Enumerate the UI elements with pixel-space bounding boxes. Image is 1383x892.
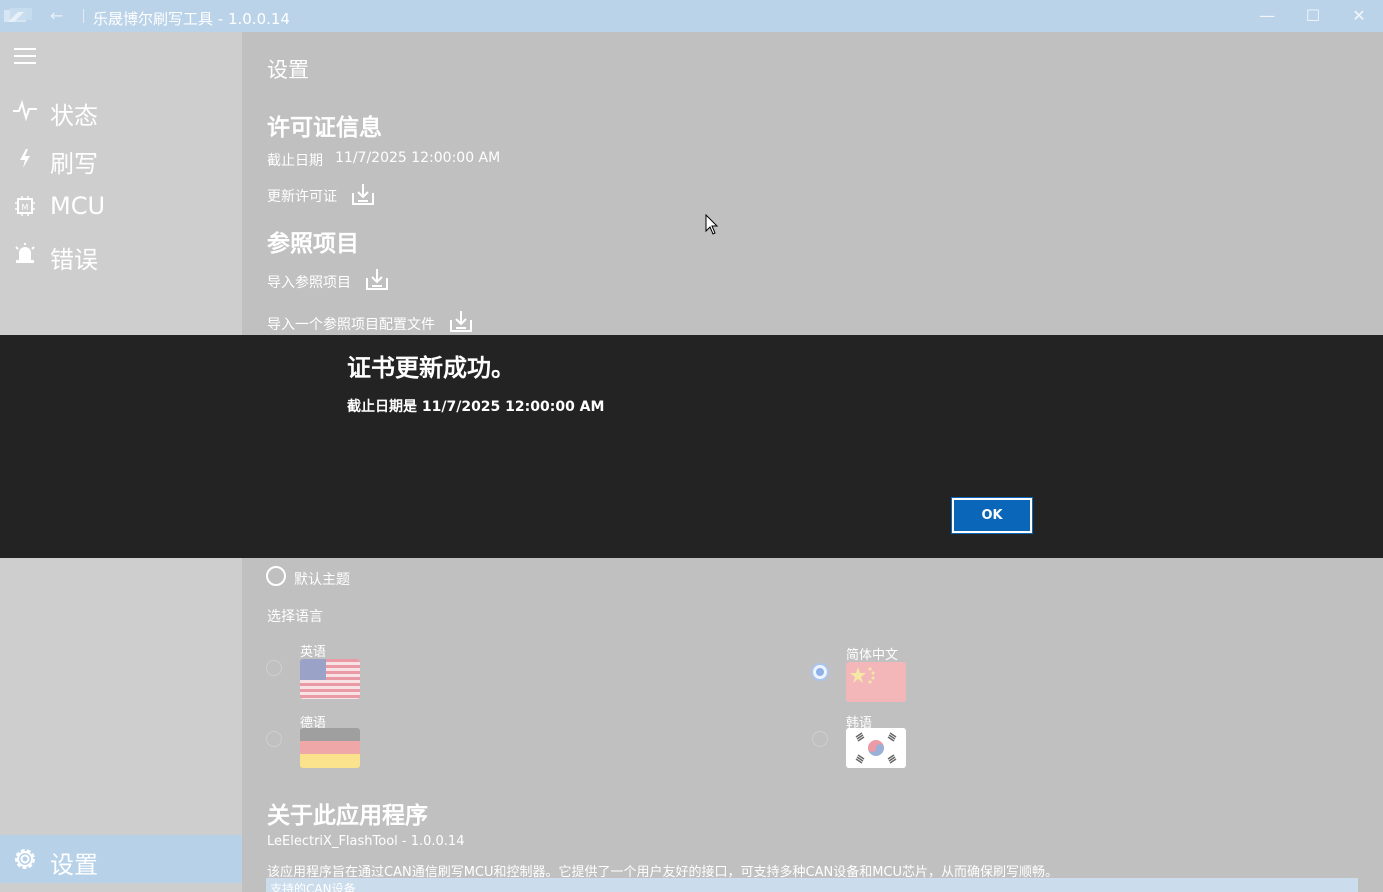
close-button[interactable]: ✕: [1336, 0, 1382, 32]
us-flag: [300, 659, 360, 699]
dialog-message: 截止日期是 11/7/2025 12:00:00 AM: [347, 399, 605, 415]
default-theme-radio[interactable]: [266, 566, 286, 586]
expiry-value: 11/7/2025 12:00:00 AM: [335, 150, 501, 166]
page-title: 设置: [267, 58, 309, 82]
language-label-english: 英语: [300, 645, 327, 660]
import-reference-label: 导入参照项目: [267, 275, 351, 291]
sidebar-item-label: 状态: [50, 102, 98, 130]
hamburger-menu-icon[interactable]: [14, 48, 36, 64]
language-radio-english[interactable]: [266, 660, 282, 676]
reference-heading: 参照项目: [267, 231, 359, 257]
maximize-button[interactable]: ☐: [1290, 0, 1336, 32]
minimize-button[interactable]: —: [1244, 0, 1290, 32]
language-radio-chinese[interactable]: [811, 663, 829, 681]
sidebar-item-mcu[interactable]: M MCU: [0, 184, 242, 228]
ok-button[interactable]: OK: [951, 497, 1033, 534]
supported-can-devices-header[interactable]: 支持的CAN设备: [266, 878, 1358, 892]
language-label-chinese: 简体中文: [846, 648, 899, 663]
sidebar-item-settings[interactable]: 设置: [0, 835, 242, 883]
message-dialog: 证书更新成功。 截止日期是 11/7/2025 12:00:00 AM OK: [0, 335, 1383, 558]
app-version: LeElectriX_FlashTool - 1.0.0.14: [267, 834, 465, 849]
sidebar-item-flash[interactable]: 刷写: [0, 136, 242, 180]
svg-text:M: M: [22, 203, 29, 212]
supported-can-devices-label: 支持的CAN设备: [270, 882, 356, 892]
lightning-icon: [20, 149, 30, 168]
alarm-icon: [15, 243, 35, 263]
download-icon[interactable]: [350, 181, 376, 207]
gear-icon: [15, 849, 35, 869]
sidebar-item-label: MCU: [50, 192, 106, 220]
window-title: 乐晟博尔刷写工具 - 1.0.0.14: [93, 10, 290, 28]
cn-flag: [846, 662, 906, 702]
download-icon[interactable]: [364, 266, 390, 292]
update-license-label: 更新许可证: [267, 189, 337, 205]
sidebar-item-label: 设置: [50, 851, 98, 879]
back-arrow-icon[interactable]: ←: [50, 6, 63, 25]
language-radio-german[interactable]: [266, 731, 282, 747]
title-separator: [83, 9, 84, 23]
sidebar-item-label: 刷写: [50, 150, 98, 178]
title-bar: ← 乐晟博尔刷写工具 - 1.0.0.14 — ☐ ✕: [0, 0, 1383, 32]
de-flag: [300, 728, 360, 768]
license-heading: 许可证信息: [267, 115, 382, 141]
language-heading: 选择语言: [267, 609, 323, 625]
sidebar-item-errors[interactable]: 错误: [0, 232, 242, 276]
download-icon[interactable]: [448, 308, 474, 334]
import-config-label: 导入一个参照项目配置文件: [267, 317, 435, 333]
pulse-icon: [13, 99, 37, 122]
app-logo-icon: [4, 8, 32, 22]
sidebar-item-status[interactable]: 状态: [0, 88, 242, 132]
chip-icon: M: [15, 196, 35, 216]
mouse-cursor-icon: [705, 214, 719, 235]
about-heading: 关于此应用程序: [267, 803, 428, 829]
sidebar-item-label: 错误: [50, 246, 98, 274]
kr-flag: [846, 728, 906, 768]
dialog-title: 证书更新成功。: [347, 354, 515, 382]
default-theme-label: 默认主题: [294, 572, 350, 588]
language-radio-korean[interactable]: [812, 731, 828, 747]
expiry-label: 截止日期: [267, 153, 323, 169]
